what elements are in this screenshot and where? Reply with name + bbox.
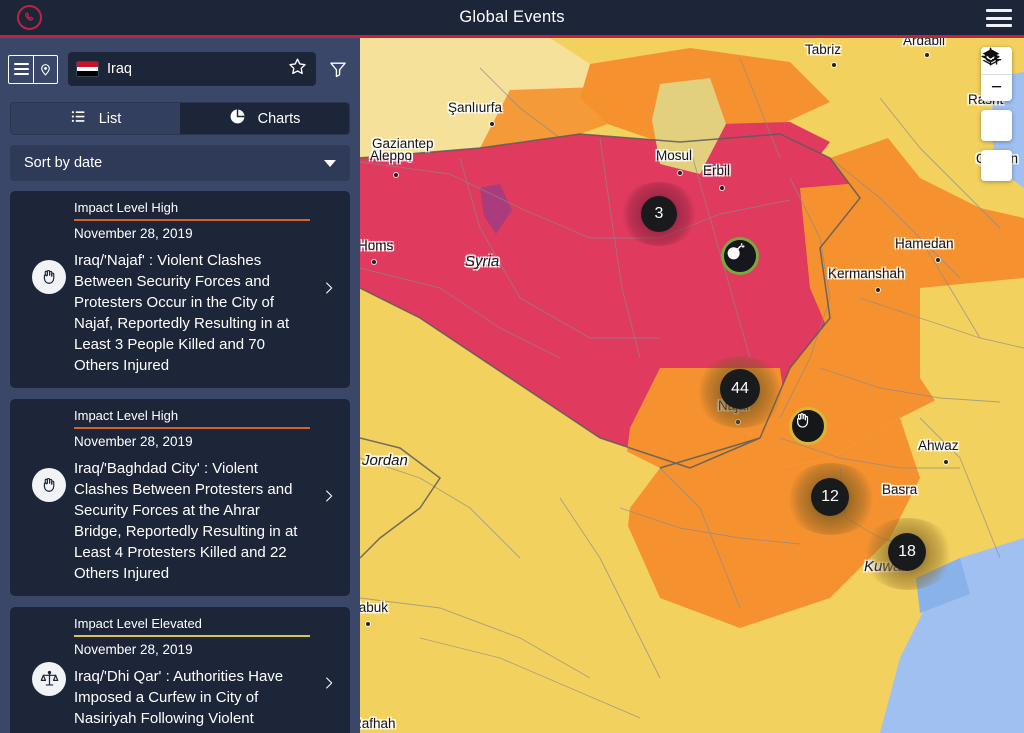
risk-map[interactable]: Gaziantep Şanlıurfa Aleppo Homs Mosul Er… [360, 38, 1024, 733]
map-city-dot [408, 158, 412, 162]
map-cluster-marker[interactable]: 12 [811, 478, 849, 516]
layers-control-group [981, 49, 1012, 181]
tab-list[interactable]: List [11, 103, 180, 134]
chevron-down-icon [324, 159, 336, 167]
map-city-dot [925, 53, 929, 57]
sort-wrap: Sort by date [0, 135, 360, 181]
search-value: Iraq [107, 61, 132, 77]
sidebar: Iraq List Charts Sort by date Impact Lev… [0, 38, 360, 733]
bomb-icon [727, 243, 745, 260]
view-tabs: List Charts [10, 102, 350, 135]
scales-of-justice-icon [32, 662, 66, 696]
impact-level-label: Impact Level High [74, 408, 179, 423]
event-card[interactable]: Impact Level Elevated November 28, 2019 … [10, 607, 350, 733]
bomb-pin-marker[interactable] [721, 237, 759, 275]
event-title: Iraq/'Dhi Qar' : Authorities Have Impose… [74, 668, 284, 733]
map-city-dot [832, 63, 836, 67]
event-card-list: Impact Level High November 28, 2019 Iraq… [0, 191, 360, 733]
map-city-dot [720, 186, 724, 190]
map-pin-icon[interactable] [33, 55, 57, 83]
raised-fist-icon [32, 260, 66, 294]
chevron-right-icon[interactable] [316, 483, 342, 509]
event-card[interactable]: Impact Level High November 28, 2019 Iraq… [10, 399, 350, 596]
event-date: November 28, 2019 [74, 434, 193, 449]
country-search-input[interactable]: Iraq [68, 52, 316, 86]
event-card[interactable]: Impact Level High November 28, 2019 Iraq… [10, 191, 350, 388]
chevron-right-icon[interactable] [316, 275, 342, 301]
sort-by-select[interactable]: Sort by date [10, 145, 350, 181]
app-logo[interactable] [0, 0, 58, 37]
pie-chart-icon [229, 108, 246, 129]
impact-level-label: Impact Level High [74, 200, 179, 215]
tab-charts-label: Charts [257, 110, 301, 127]
list-view-icon[interactable] [9, 56, 33, 83]
raised-fist-icon [797, 413, 809, 428]
search-row: Iraq [0, 38, 360, 100]
event-card-body: Impact Level High November 28, 2019 Iraq… [74, 200, 316, 376]
event-title: Iraq/'Baghdad City' : Violent Clashes Be… [74, 460, 298, 582]
tab-list-label: List [98, 110, 122, 127]
view-toggle-group[interactable] [8, 54, 58, 84]
map-city-dot [944, 460, 948, 464]
map-controls: + − [981, 47, 1012, 181]
phone-circle-icon [16, 5, 42, 30]
tab-charts[interactable]: Charts [180, 103, 349, 134]
filter-funnel-icon[interactable] [326, 59, 350, 79]
map-city-dot [490, 122, 494, 126]
event-card-body: Impact Level High November 28, 2019 Iraq… [74, 408, 316, 584]
layers-button[interactable] [981, 49, 1012, 181]
sort-by-label: Sort by date [24, 155, 103, 171]
page-title: Global Events [459, 8, 565, 26]
map-cluster-marker[interactable]: 18 [888, 533, 926, 571]
chevron-right-icon[interactable] [316, 670, 342, 696]
map-city-dot [394, 173, 398, 177]
map-canvas [360, 38, 1024, 733]
locate-control-group [981, 47, 1012, 141]
zoom-out-button[interactable]: − [981, 74, 1012, 101]
list-icon [70, 109, 87, 128]
iraq-flag-icon [77, 62, 98, 76]
impact-level-label: Impact Level Elevated [74, 616, 202, 631]
star-outline-icon[interactable] [288, 57, 307, 81]
map-city-dot [372, 260, 376, 264]
map-city-dot [736, 420, 740, 424]
top-bar: Global Events [0, 0, 1024, 38]
event-card-body: Impact Level Elevated November 28, 2019 … [74, 616, 316, 733]
map-city-dot [936, 258, 940, 262]
protest-pin-marker[interactable] [789, 407, 827, 445]
map-city-dot [678, 171, 682, 175]
hamburger-menu-icon[interactable] [986, 7, 1012, 29]
map-cluster-marker[interactable]: 3 [641, 196, 677, 232]
event-date: November 28, 2019 [74, 642, 193, 657]
raised-fist-icon [32, 468, 66, 502]
map-city-dot [876, 288, 880, 292]
event-date: November 28, 2019 [74, 226, 193, 241]
map-cluster-marker[interactable]: 44 [720, 369, 760, 409]
event-title: Iraq/'Najaf' : Violent Clashes Between S… [74, 252, 290, 374]
app-root: Global Events Iraq List Charts Sort by d… [0, 0, 1024, 733]
map-city-dot [366, 622, 370, 626]
locate-me-button[interactable] [981, 47, 1012, 141]
